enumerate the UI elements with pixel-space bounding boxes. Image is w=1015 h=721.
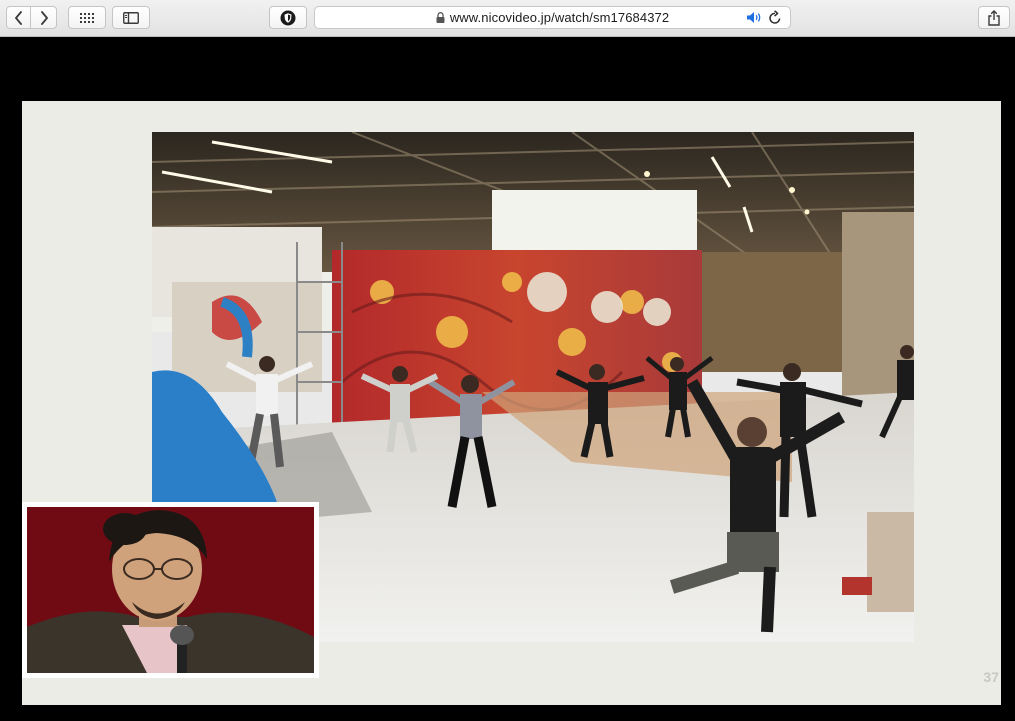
lock-icon	[436, 12, 445, 23]
share-icon	[988, 9, 1000, 26]
sidebar-icon	[123, 11, 139, 24]
share-button[interactable]	[978, 6, 1010, 29]
speaker-portrait	[27, 507, 314, 673]
speaker-audio-icon[interactable]	[746, 11, 763, 24]
back-button[interactable]	[6, 6, 31, 29]
grid-icon	[80, 12, 94, 23]
shield-icon	[280, 10, 296, 25]
sidebar-button[interactable]	[112, 6, 150, 29]
forward-button[interactable]	[31, 6, 57, 29]
url-text: www.nicovideo.jp/watch/sm17684372	[449, 10, 670, 25]
top-sites-button[interactable]	[68, 6, 106, 29]
speaker-inset	[22, 502, 319, 678]
slide-number: 37	[983, 669, 999, 685]
chevron-left-icon	[14, 10, 22, 25]
extension-button[interactable]	[269, 6, 307, 29]
chevron-right-icon	[40, 10, 48, 25]
browser-toolbar: www.nicovideo.jp/watch/sm17684372	[0, 0, 1015, 37]
video-player[interactable]: 37	[0, 38, 1015, 721]
reload-icon[interactable]	[768, 10, 782, 25]
address-bar[interactable]: www.nicovideo.jp/watch/sm17684372	[314, 6, 791, 29]
